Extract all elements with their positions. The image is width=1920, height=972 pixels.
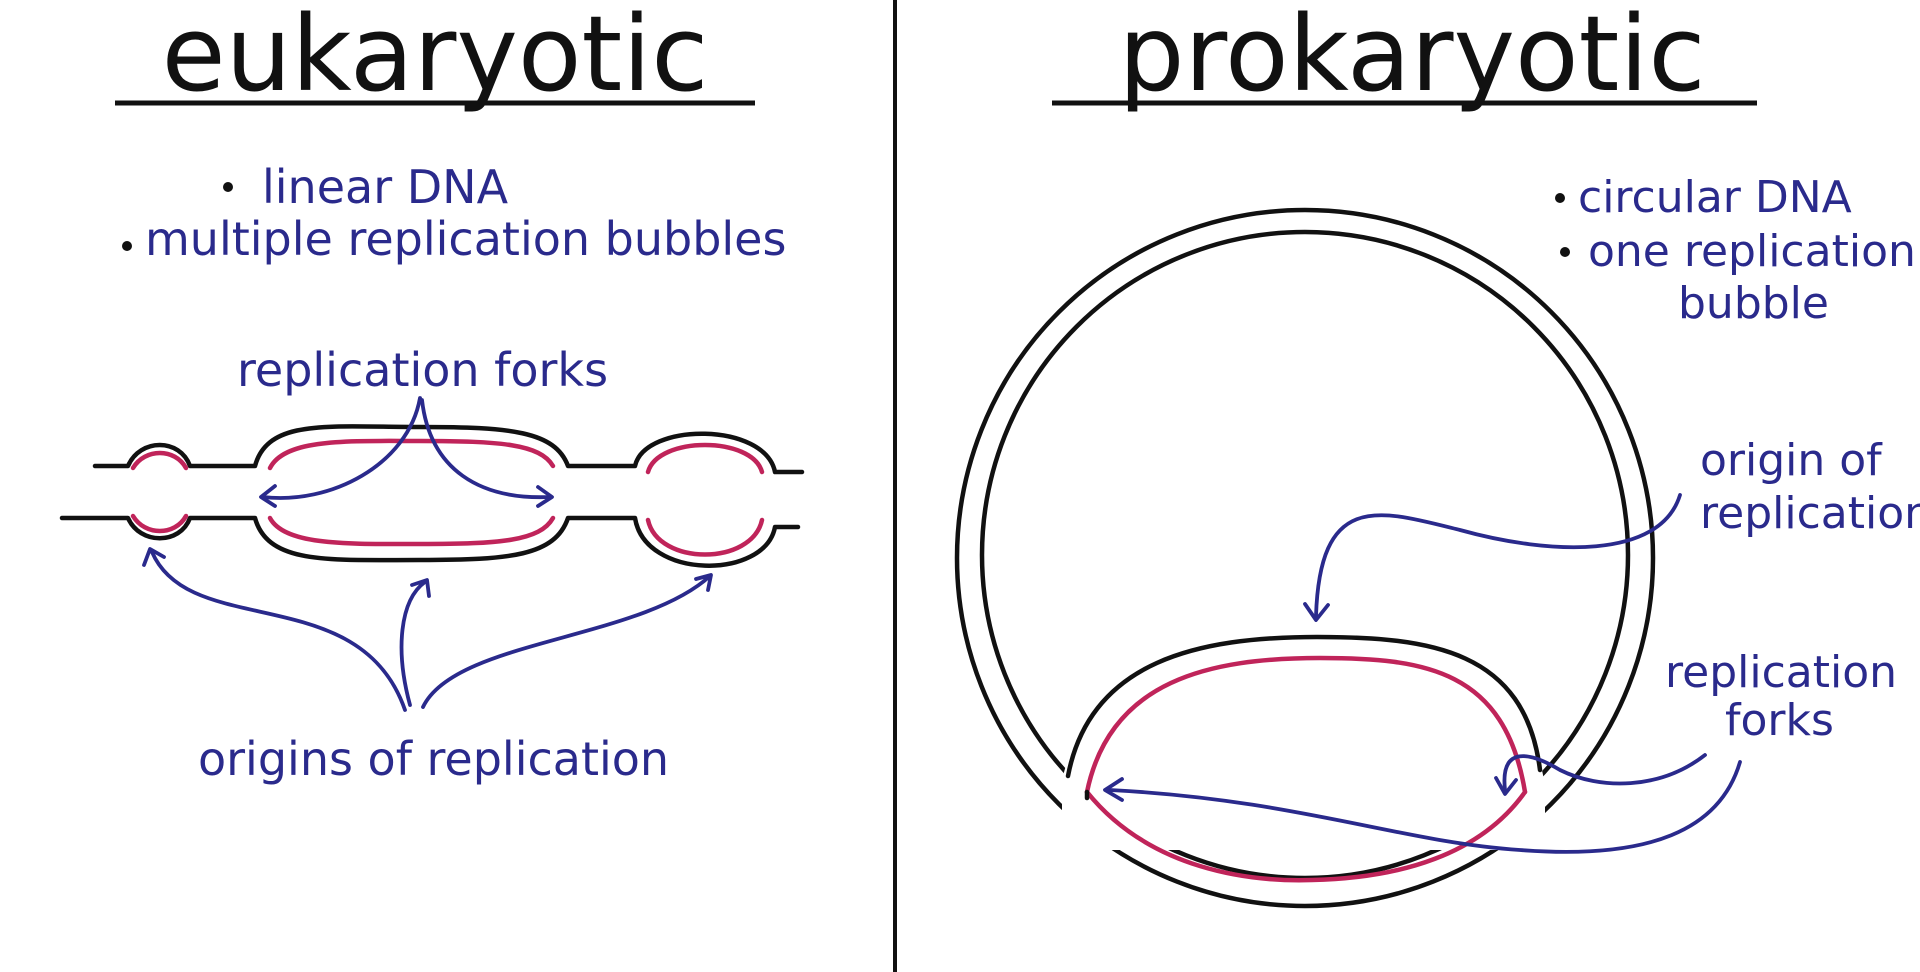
fork-arrow-left bbox=[261, 396, 422, 500]
prokaryotic-forks-label-line1: replication bbox=[1665, 647, 1897, 698]
new-strand-bubble-2-top bbox=[267, 438, 556, 471]
origin-arrow-1 bbox=[150, 550, 407, 712]
new-strand-bubble-2-bottom bbox=[267, 515, 556, 547]
eukaryotic-panel: eukaryotic linear DNA multiple replicati… bbox=[59, 0, 805, 786]
eukaryotic-origins-label: origins of replication bbox=[198, 732, 669, 786]
new-strand-bubble-3-bottom bbox=[645, 517, 765, 557]
bullet-dot bbox=[1555, 193, 1565, 203]
eukaryotic-replication-forks-label: replication forks bbox=[237, 343, 608, 397]
origin-arrows bbox=[142, 547, 713, 712]
replication-comparison-diagram: eukaryotic linear DNA multiple replicati… bbox=[59, 0, 1920, 972]
prokaryotic-origin-label-line2: replication bbox=[1700, 488, 1920, 539]
origin-arrow-2 bbox=[399, 580, 427, 707]
linear-dna-molecule bbox=[59, 424, 805, 568]
prokaryotic-panel: prokaryotic circular DNA one replication… bbox=[954, 0, 1920, 909]
new-strand-bubble-3-top bbox=[645, 442, 765, 475]
prokaryotic-origin-label-line1: origin of bbox=[1700, 435, 1883, 486]
eukaryotic-title: eukaryotic bbox=[162, 0, 709, 115]
new-strand-bubble-1-bottom bbox=[130, 513, 189, 534]
prokaryotic-title: prokaryotic bbox=[1118, 0, 1705, 115]
prokaryotic-forks-label-line2: forks bbox=[1725, 695, 1834, 746]
prokaryotic-bullet-bubble: bubble bbox=[1678, 278, 1829, 329]
prokaryotic-bullet-one-replication: one replication bbox=[1588, 226, 1916, 277]
bullet-dot bbox=[122, 241, 132, 251]
eukaryotic-bullet-multiple-bubbles: multiple replication bubbles bbox=[145, 212, 786, 266]
new-strand-bubble-1-top bbox=[130, 450, 189, 471]
bullet-dot bbox=[223, 182, 233, 192]
circular-dna-molecule bbox=[954, 207, 1656, 909]
bullet-dot bbox=[1560, 247, 1570, 257]
prokaryotic-bullet-circular-dna: circular DNA bbox=[1578, 172, 1852, 223]
replication-fork-arrows bbox=[259, 396, 554, 508]
origin-arrow-3 bbox=[421, 574, 712, 709]
eukaryotic-bullet-linear-dna: linear DNA bbox=[262, 160, 509, 214]
bubble-mask bbox=[1062, 633, 1545, 850]
